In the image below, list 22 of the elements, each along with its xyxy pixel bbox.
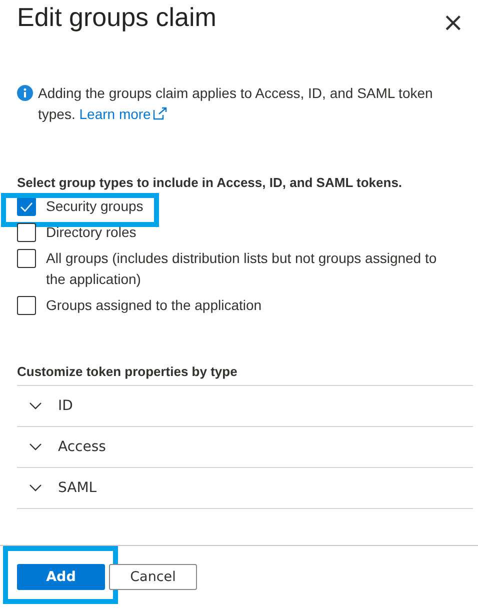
section-heading: Customize token properties by type	[16, 364, 238, 379]
chevron-icon	[29, 402, 42, 410]
info-icon	[17, 85, 33, 101]
close-button[interactable]: ×	[442, 10, 464, 36]
checkbox-label: Groups assigned to the application	[46, 296, 263, 315]
checkmark-icon	[20, 202, 33, 212]
cancel-button[interactable]: Cancel	[109, 564, 197, 590]
checkbox[interactable]	[17, 249, 36, 268]
info-message: Adding the groups claim applies to Access, ID, and SAML token types. Learn more	[38, 84, 434, 124]
section-heading: Select group types to include in Access, ID, and SAML tokens.	[16, 175, 404, 190]
learn-more-link[interactable]: Learn more	[79, 106, 167, 122]
checkbox-label: Directory roles	[46, 223, 138, 242]
checkbox[interactable]	[17, 223, 36, 242]
checkbox[interactable]	[17, 197, 36, 216]
chevron-icon	[29, 484, 42, 492]
checkbox-label: Security groups	[46, 197, 144, 216]
panel-title: Edit groups claim	[17, 2, 216, 33]
chevron-icon	[29, 443, 42, 451]
external-link-icon	[152, 107, 167, 120]
checkbox[interactable]	[17, 296, 36, 315]
checkbox-label: All groups (includes distribution lists but not groups assigned to the application)	[46, 249, 438, 289]
add-button[interactable]: Add	[17, 564, 105, 590]
